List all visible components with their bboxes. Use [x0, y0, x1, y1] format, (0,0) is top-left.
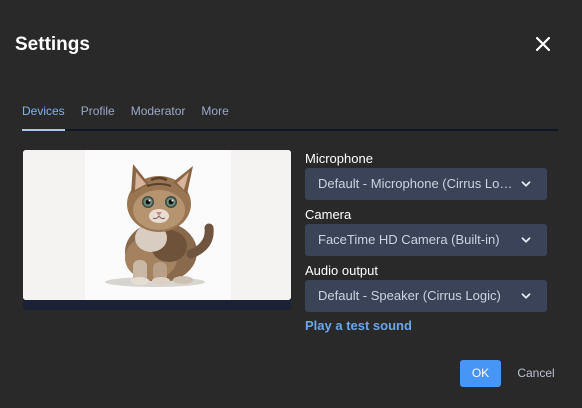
audio-output-label: Audio output	[305, 263, 379, 278]
settings-tabs: Devices Profile Moderator More	[22, 103, 558, 131]
settings-dialog: Settings Devices Profile Moderator More	[0, 0, 582, 408]
microphone-select[interactable]: Default - Microphone (Cirrus Logic)	[305, 168, 547, 200]
chevron-down-icon	[521, 237, 531, 243]
microphone-select-value: Default - Microphone (Cirrus Logic)	[318, 176, 521, 191]
tab-profile[interactable]: Profile	[81, 103, 115, 129]
camera-label: Camera	[305, 207, 352, 222]
camera-preview-frame	[23, 150, 291, 310]
dialog-title: Settings	[15, 34, 90, 55]
microphone-label: Microphone	[305, 151, 373, 166]
audio-output-select[interactable]: Default - Speaker (Cirrus Logic)	[305, 280, 547, 312]
chevron-down-icon	[521, 181, 531, 187]
camera-preview	[23, 150, 291, 300]
close-icon	[535, 36, 551, 52]
tab-more[interactable]: More	[201, 103, 228, 129]
chevron-down-icon	[521, 293, 531, 299]
ok-button[interactable]: OK	[460, 360, 501, 387]
camera-select-value: FaceTime HD Camera (Built-in)	[318, 232, 500, 247]
cancel-button[interactable]: Cancel	[509, 360, 563, 387]
audio-output-select-value: Default - Speaker (Cirrus Logic)	[318, 288, 501, 303]
camera-select[interactable]: FaceTime HD Camera (Built-in)	[305, 224, 547, 256]
kitten-image	[23, 150, 291, 300]
tab-moderator[interactable]: Moderator	[131, 103, 186, 129]
tab-devices[interactable]: Devices	[22, 103, 65, 131]
close-button[interactable]	[532, 33, 554, 55]
play-test-sound-link[interactable]: Play a test sound	[305, 318, 412, 334]
